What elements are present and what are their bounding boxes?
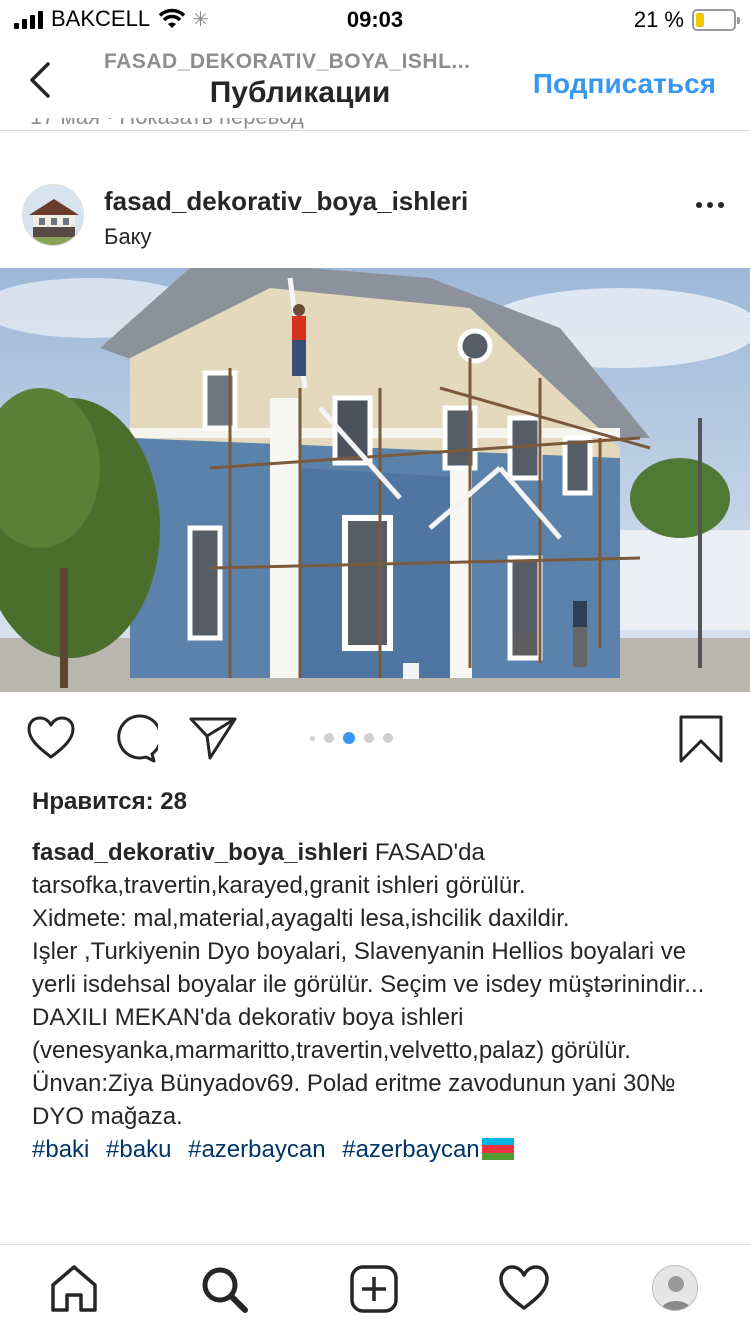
carousel-dot (383, 733, 393, 743)
page-title: Публикации (209, 76, 391, 109)
carousel-dot (310, 735, 315, 741)
back-icon[interactable] (22, 60, 62, 100)
carousel-dot (324, 733, 334, 743)
caption-line-1: fasad_dekorativ_boya_ishleri FASAD'da ta… (32, 836, 732, 902)
battery-icon (692, 9, 740, 31)
carousel-dot-active (343, 732, 355, 744)
search-icon[interactable] (198, 1263, 250, 1315)
caption-line-2: Xidmete: mal,material,ayagalti lesa,ishc… (32, 905, 570, 932)
more-options-icon[interactable] (696, 202, 724, 208)
send-icon[interactable] (188, 714, 238, 764)
like-count[interactable]: Нравится: 28 (32, 788, 187, 816)
previous-post-text: 17 мая · Показать перевод (30, 118, 430, 130)
caption-line-3: Işler ,Turkiyenin Dyo boyalari, Slavenya… (32, 938, 705, 998)
caption-username[interactable]: fasad_dekorativ_boya_ishleri (32, 839, 368, 866)
post-caption: fasad_dekorativ_boya_ishleri FASAD'da ta… (32, 836, 732, 1166)
tab-bar (0, 1244, 750, 1334)
status-bar: BAKCELL ✳ 09:03 21 % (0, 0, 750, 40)
previous-post-meta: 17 мая · Показать перевод (30, 118, 430, 130)
caption-line-4: DAXILI MEKAN'da dekorativ boya ishleri (… (32, 1004, 631, 1064)
post-location[interactable]: Баку (104, 224, 152, 250)
carousel-dot (364, 733, 374, 743)
hashtag[interactable]: #baki (32, 1136, 89, 1163)
bookmark-icon[interactable] (676, 714, 726, 764)
battery-fill (696, 13, 704, 27)
status-right: 21 % (633, 7, 740, 33)
post-username[interactable]: fasad_dekorativ_boya_ishleri (104, 186, 468, 217)
azerbaijan-flag-icon (481, 1138, 514, 1160)
profile-avatar[interactable] (652, 1265, 698, 1311)
heart-icon[interactable] (26, 714, 76, 764)
home-icon[interactable] (48, 1263, 100, 1315)
divider (0, 130, 750, 131)
action-bar (0, 692, 750, 788)
battery-percent: 21 % (633, 7, 684, 32)
avatar[interactable] (22, 184, 84, 246)
post-photo[interactable] (0, 268, 750, 692)
nav-bar: FASAD_DEKORATIV_BOYA_ISHL... Публикации … (0, 40, 750, 130)
hashtag[interactable]: #baku (106, 1136, 171, 1163)
post-header: fasad_dekorativ_boya_ishleri Баку (0, 172, 750, 268)
caption-line-5: Ünvan:Ziya Bünyadov69. Polad eritme zavo… (32, 1070, 676, 1130)
account-name-header: FASAD_DEKORATIV_BOYA_ISHL... (104, 50, 471, 73)
activity-heart-icon[interactable] (498, 1263, 550, 1315)
add-post-icon[interactable] (348, 1263, 400, 1315)
hashtags: #baki #baku #azerbaycan #azerbaycan (32, 1133, 732, 1166)
comment-icon[interactable] (108, 714, 158, 764)
subscribe-button[interactable]: Подписаться (533, 68, 716, 100)
carousel-indicator (310, 732, 393, 744)
house-scaffolding-image (0, 268, 750, 692)
hashtag[interactable]: #azerbaycan (342, 1136, 479, 1163)
hashtag[interactable]: #azerbaycan (188, 1136, 325, 1163)
